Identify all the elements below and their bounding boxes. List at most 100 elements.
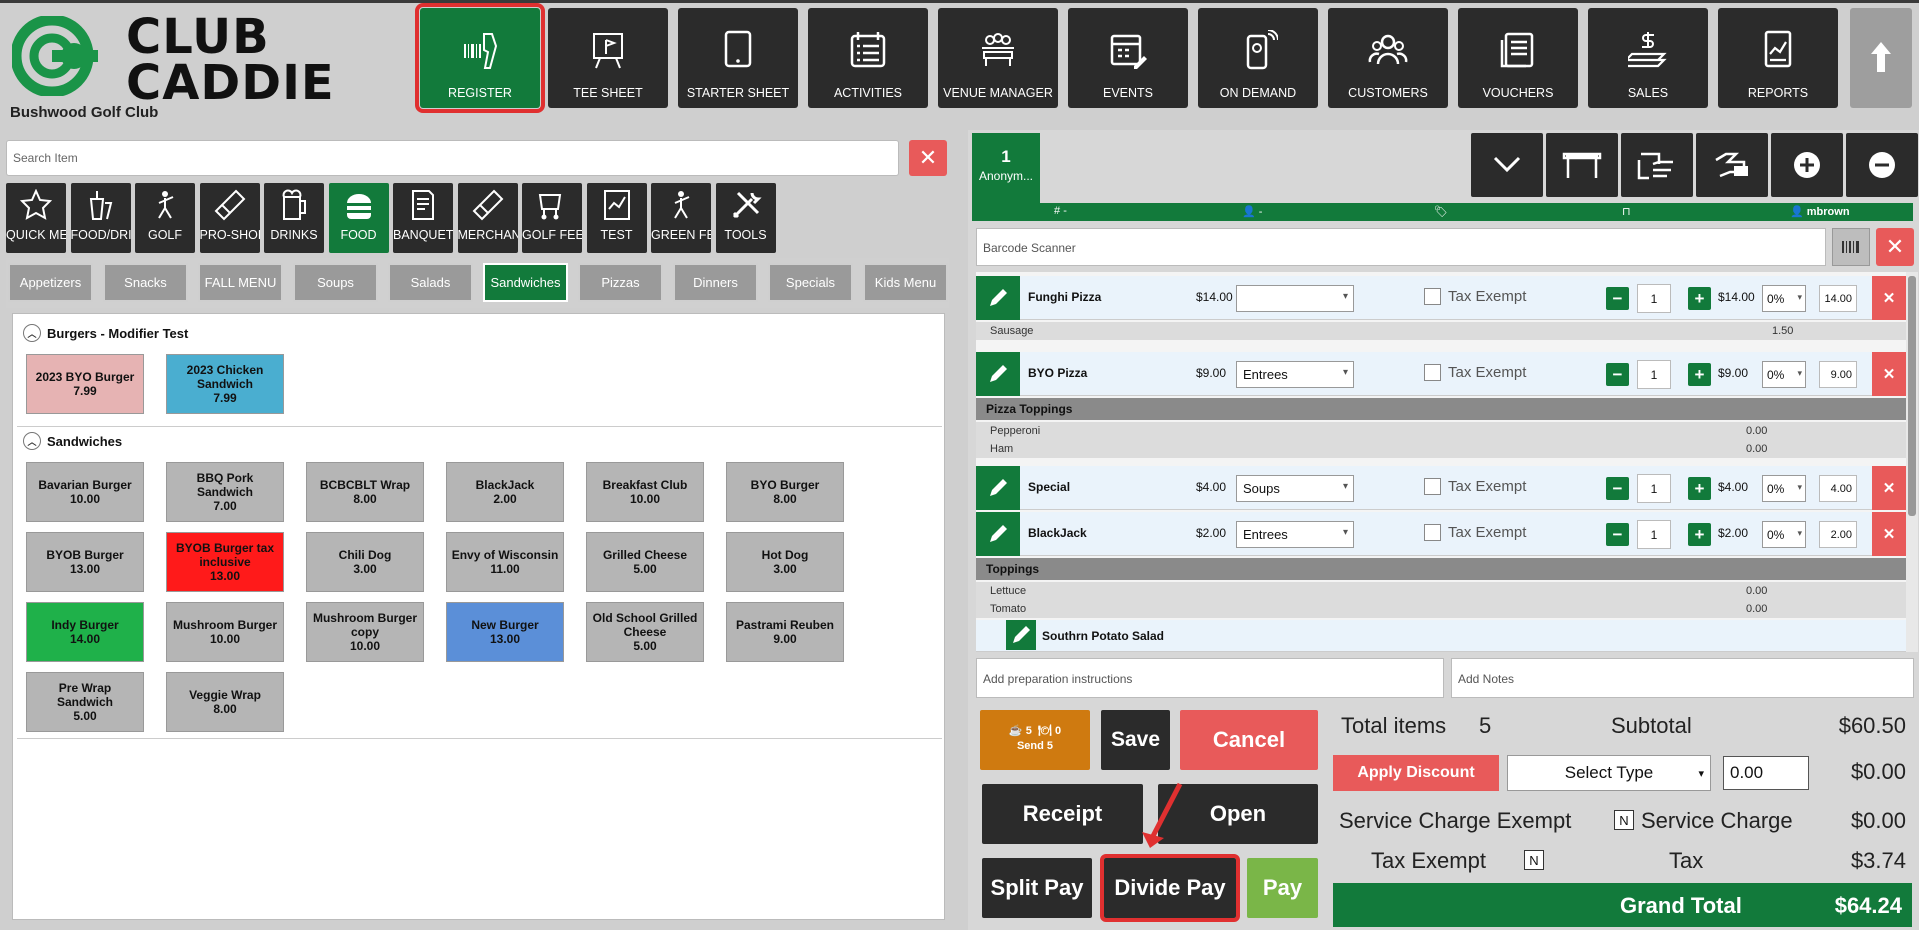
edit-line-button[interactable] (976, 466, 1020, 510)
apply-discount-button[interactable]: Apply Discount (1333, 755, 1499, 791)
increase-qty-button[interactable]: + (1688, 287, 1711, 310)
barcode-button[interactable] (1832, 228, 1870, 266)
receipt-button[interactable]: Receipt (982, 784, 1143, 844)
subcategory-fall-menu[interactable]: FALL MENU (198, 263, 283, 302)
category-quick-menu[interactable]: QUICK MENU (6, 183, 66, 253)
menu-item[interactable]: BBQ Pork Sandwich 7.00 (166, 462, 284, 522)
menu-item[interactable]: Grilled Cheese 5.00 (586, 532, 704, 592)
order-line[interactable]: Funghi Pizza $14.00 Tax Exempt −1 + $14.00 0% 1… (976, 276, 1906, 320)
menu-item[interactable]: 2023 BYO Burger 7.99 (26, 354, 144, 414)
section-header-burgers[interactable]: ︿ Burgers - Modifier Test (23, 324, 188, 342)
subcategory-salads[interactable]: Salads (388, 263, 473, 302)
qty-input[interactable]: 1 (1637, 474, 1671, 503)
remove-line-button[interactable]: ✕ (1872, 466, 1906, 510)
add-ticket-button[interactable] (1771, 133, 1843, 197)
course-select[interactable]: Entrees (1236, 521, 1354, 548)
menu-item[interactable]: Pre Wrap Sandwich 5.00 (26, 672, 144, 732)
course-select[interactable] (1236, 285, 1354, 312)
menu-item[interactable]: BYOB Burger 13.00 (26, 532, 144, 592)
clear-barcode-button[interactable]: ✕ (1876, 228, 1914, 266)
preparation-input[interactable]: Add preparation instructions (976, 658, 1444, 698)
table-button[interactable] (1546, 133, 1618, 197)
cancel-button[interactable]: Cancel (1180, 710, 1318, 770)
discount-pct-select[interactable]: 0% (1762, 475, 1806, 502)
menu-item[interactable]: Mushroom Burger copy 10.00 (306, 602, 424, 662)
line-amount-input[interactable]: 14.00 (1819, 285, 1857, 312)
category-golf-fees[interactable]: GOLF FEES (522, 183, 582, 253)
menu-item[interactable]: Veggie Wrap 8.00 (166, 672, 284, 732)
decrease-qty-button[interactable]: − (1606, 477, 1629, 500)
discount-type-select[interactable]: Select Type ▾ (1507, 755, 1711, 791)
menu-item[interactable]: Chili Dog 3.00 (306, 532, 424, 592)
menu-item[interactable]: BYO Burger 8.00 (726, 462, 844, 522)
barcode-input[interactable]: Barcode Scanner (976, 228, 1826, 266)
nav-register[interactable]: REGISTER (415, 3, 545, 113)
remove-line-button[interactable]: ✕ (1872, 512, 1906, 556)
edit-line-button[interactable] (976, 512, 1020, 556)
nav-activities[interactable]: ACTIVITIES (808, 8, 928, 108)
category-food-drink[interactable]: FOOD/DRINK (70, 183, 131, 253)
menu-item[interactable]: Bavarian Burger 10.00 (26, 462, 144, 522)
order-scrollbar[interactable] (1906, 272, 1918, 652)
card-payment-button[interactable] (1696, 133, 1768, 197)
category-green-fees[interactable]: GREEN FEES (651, 183, 711, 253)
menu-item[interactable]: Indy Burger 14.00 (26, 602, 144, 662)
subcategory-kids-menu[interactable]: Kids Menu (863, 263, 948, 302)
category-drinks[interactable]: DRINKS (264, 183, 324, 253)
discount-pct-select[interactable]: 0% (1762, 361, 1806, 388)
increase-qty-button[interactable]: + (1688, 477, 1711, 500)
category-banquet[interactable]: BANQUET (393, 183, 453, 253)
transfer-button[interactable] (1621, 133, 1693, 197)
split-pay-button[interactable]: Split Pay (982, 858, 1092, 918)
pay-button[interactable]: Pay (1247, 858, 1318, 918)
order-line[interactable]: BlackJack $2.00 Entrees Tax Exempt −1 + $2.00 0… (976, 512, 1906, 556)
discount-pct-select[interactable]: 0% (1762, 285, 1806, 312)
tax-exempt-checkbox[interactable] (1424, 364, 1441, 381)
qty-input[interactable]: 1 (1637, 360, 1671, 389)
subcategory-specials[interactable]: Specials (768, 263, 853, 302)
menu-item[interactable]: Breakfast Club 10.00 (586, 462, 704, 522)
category-tools[interactable]: TOOLS (715, 183, 776, 253)
increase-qty-button[interactable]: + (1688, 363, 1711, 386)
nav-vouchers[interactable]: VOUCHERS (1458, 8, 1578, 108)
discount-pct-select[interactable]: 0% (1762, 521, 1806, 548)
category-pro-shop[interactable]: PRO-SHOP (199, 183, 260, 253)
remove-line-button[interactable]: ✕ (1872, 352, 1906, 396)
qty-input[interactable]: 1 (1637, 284, 1671, 313)
category-test[interactable]: TEST (586, 183, 647, 253)
nav-starter-sheet[interactable]: STARTER SHEET (678, 8, 798, 108)
section-header-sandwiches[interactable]: ︿ Sandwiches (23, 432, 122, 450)
divide-pay-button[interactable]: Divide Pay (1100, 854, 1240, 922)
menu-item[interactable]: New Burger 13.00 (446, 602, 564, 662)
line-amount-input[interactable]: 9.00 (1819, 361, 1857, 388)
menu-item[interactable]: Envy of Wisconsin 11.00 (446, 532, 564, 592)
menu-item[interactable]: Old School Grilled Cheese 5.00 (586, 602, 704, 662)
nav-tee-sheet[interactable]: TEE SHEET (548, 8, 668, 108)
tax-exempt-checkbox[interactable] (1424, 524, 1441, 541)
ticket-tab[interactable]: 1 Anonym... (972, 133, 1040, 203)
menu-item[interactable]: BlackJack 2.00 (446, 462, 564, 522)
menu-item[interactable]: 2023 Chicken Sandwich 7.99 (166, 354, 284, 414)
line-amount-input[interactable]: 4.00 (1819, 475, 1857, 502)
remove-ticket-button[interactable] (1846, 133, 1918, 197)
side-line[interactable]: Southrn Potato Salad (976, 620, 1906, 652)
category-merchandise[interactable]: MERCHANDISE (457, 183, 518, 253)
decrease-qty-button[interactable]: − (1606, 287, 1629, 310)
line-amount-input[interactable]: 2.00 (1819, 521, 1857, 548)
edit-line-button[interactable] (976, 352, 1020, 396)
expand-button[interactable] (1471, 133, 1543, 197)
nav-reports[interactable]: REPORTS (1718, 8, 1838, 108)
search-input[interactable]: Search Item (6, 140, 899, 176)
increase-qty-button[interactable]: + (1688, 523, 1711, 546)
menu-item[interactable]: BCBCBLT Wrap 8.00 (306, 462, 424, 522)
subcategory-pizzas[interactable]: Pizzas (578, 263, 663, 302)
subcategory-soups[interactable]: Soups (293, 263, 378, 302)
subcategory-dinners[interactable]: Dinners (673, 263, 758, 302)
subcategory-snacks[interactable]: Snacks (103, 263, 188, 302)
nav-sales[interactable]: SALES (1588, 8, 1708, 108)
edit-side-button[interactable] (1006, 620, 1036, 650)
tax-exempt-checkbox[interactable] (1424, 478, 1441, 495)
tax-exempt-toggle[interactable]: N (1524, 850, 1544, 870)
decrease-qty-button[interactable]: − (1606, 363, 1629, 386)
category-food[interactable]: FOOD (328, 183, 389, 253)
